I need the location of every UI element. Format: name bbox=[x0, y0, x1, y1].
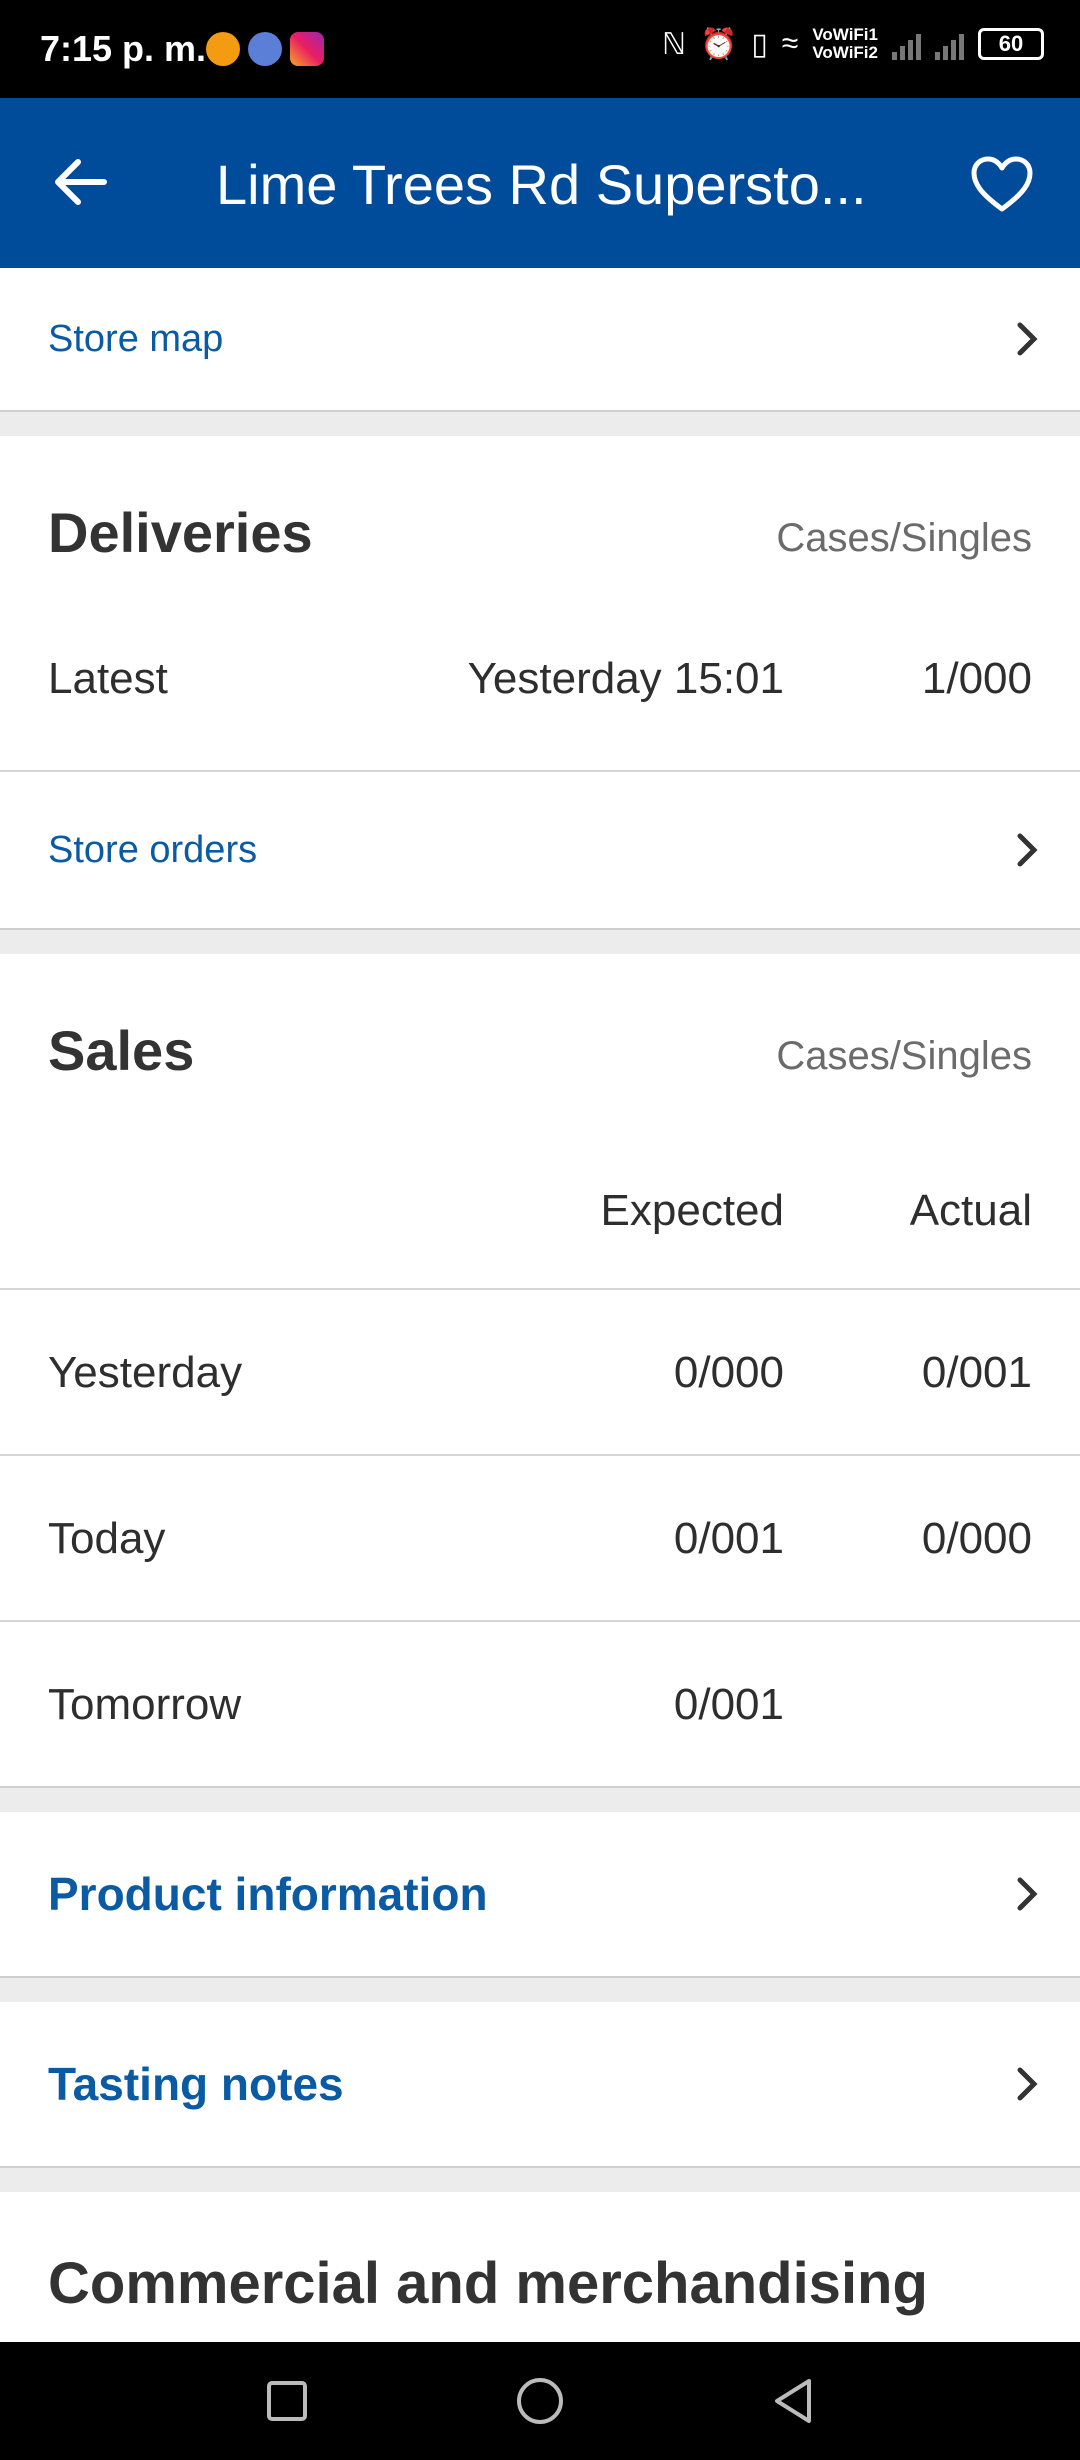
home-button[interactable] bbox=[505, 2366, 575, 2436]
favorite-button[interactable] bbox=[962, 148, 1042, 220]
page-title: Lime Trees Rd Supersto... bbox=[216, 153, 867, 216]
deliveries-title: Deliveries bbox=[48, 501, 313, 564]
vowifi-1: VoWiFi1 bbox=[812, 25, 878, 44]
latest-delivery-row: Latest Yesterday 15:01 1/000 bbox=[0, 626, 1080, 770]
home-app-icon bbox=[206, 32, 240, 66]
back-arrow-icon bbox=[55, 159, 107, 205]
store-detail-content: Store map Deliveries Cases/Singles Lates… bbox=[0, 268, 1080, 2342]
chevron-right-icon bbox=[1017, 833, 1038, 867]
latest-time: Yesterday 15:01 bbox=[467, 654, 784, 703]
sales-row-tomorrow: Tomorrow 0/001 bbox=[0, 1620, 1080, 1786]
vowifi-2: VoWiFi2 bbox=[812, 43, 878, 62]
product-information-link[interactable]: Product information bbox=[0, 1812, 1080, 1976]
commercial-title: Commercial and merchandising bbox=[48, 2251, 928, 2316]
actual-column-header: Actual bbox=[909, 1186, 1032, 1235]
vowifi-label: VoWiFi1 VoWiFi2 bbox=[812, 26, 878, 62]
expected-value: 0/000 bbox=[673, 1348, 784, 1397]
heart-icon bbox=[971, 156, 1033, 212]
commercial-card: Commercial and merchandising bbox=[0, 2192, 1080, 2342]
status-time: 7:15 p. m. bbox=[40, 28, 207, 69]
square-icon bbox=[266, 2381, 307, 2421]
store-map-card: Store map bbox=[0, 268, 1080, 412]
circle-icon bbox=[516, 2378, 563, 2424]
expected-value: 0/001 bbox=[673, 1514, 784, 1563]
tasting-notes-card: Tasting notes bbox=[0, 2002, 1080, 2168]
back-button[interactable] bbox=[44, 146, 116, 218]
tasting-notes-link[interactable]: Tasting notes bbox=[0, 2002, 1080, 2166]
latest-value: 1/000 bbox=[921, 654, 1032, 703]
sales-column-headers: Expected Actual bbox=[0, 1144, 1080, 1288]
store-map-label: Store map bbox=[48, 317, 224, 360]
expected-column-header: Expected bbox=[600, 1186, 784, 1235]
alarm-icon: ⏰ bbox=[700, 27, 738, 61]
row-label: Tomorrow bbox=[48, 1680, 242, 1729]
signal-icon-1 bbox=[892, 28, 921, 60]
instagram-icon bbox=[290, 32, 324, 66]
nfc-icon: ℕ bbox=[661, 27, 686, 61]
sales-row-yesterday: Yesterday 0/000 0/001 bbox=[0, 1288, 1080, 1454]
product-information-label: Product information bbox=[48, 1868, 488, 1920]
row-label: Yesterday bbox=[48, 1348, 243, 1397]
latest-label: Latest bbox=[48, 654, 168, 703]
signal-icon-2 bbox=[935, 28, 964, 60]
status-bar: 7:15 p. m. ℕ ⏰ ▯ ≈ VoWiFi1 VoWiFi2 60 bbox=[0, 0, 1080, 98]
deliveries-unit: Cases/Singles bbox=[776, 516, 1032, 560]
deliveries-card: Deliveries Cases/Singles Latest Yesterda… bbox=[0, 436, 1080, 930]
product-information-card: Product information bbox=[0, 1812, 1080, 1978]
expected-value: 0/001 bbox=[673, 1680, 784, 1729]
wifi-icon: ≈ bbox=[781, 27, 799, 60]
store-orders-label: Store orders bbox=[48, 828, 258, 871]
battery-icon: 60 bbox=[978, 28, 1044, 60]
vibrate-icon: ▯ bbox=[751, 27, 768, 61]
chevron-right-icon bbox=[1017, 322, 1038, 356]
actual-value: 0/000 bbox=[921, 1514, 1032, 1563]
deliveries-header: Deliveries Cases/Singles bbox=[0, 436, 1080, 626]
tasting-notes-label: Tasting notes bbox=[48, 2058, 344, 2110]
back-nav-button[interactable] bbox=[758, 2366, 828, 2436]
sales-title: Sales bbox=[48, 1019, 195, 1082]
sales-row-today: Today 0/001 0/000 bbox=[0, 1454, 1080, 1620]
triangle-back-icon bbox=[775, 2379, 812, 2423]
sales-header: Sales Cases/Singles bbox=[0, 954, 1080, 1144]
actual-value: 0/001 bbox=[921, 1348, 1032, 1397]
system-icons: ℕ ⏰ ▯ ≈ VoWiFi1 VoWiFi2 60 bbox=[662, 26, 1044, 62]
store-orders-link[interactable]: Store orders bbox=[0, 770, 1080, 928]
sales-unit: Cases/Singles bbox=[776, 1034, 1032, 1078]
store-map-link[interactable]: Store map bbox=[0, 268, 1080, 410]
system-nav-bar bbox=[0, 2342, 1080, 2460]
notification-icons bbox=[206, 32, 324, 66]
messenger-app-icon bbox=[248, 32, 282, 66]
chevron-right-icon bbox=[1017, 1877, 1038, 1911]
recents-button[interactable] bbox=[252, 2366, 322, 2436]
app-bar: Lime Trees Rd Supersto... bbox=[0, 98, 1080, 268]
sales-card: Sales Cases/Singles Expected Actual Yest… bbox=[0, 954, 1080, 1788]
row-label: Today bbox=[48, 1514, 166, 1563]
chevron-right-icon bbox=[1017, 2067, 1038, 2101]
